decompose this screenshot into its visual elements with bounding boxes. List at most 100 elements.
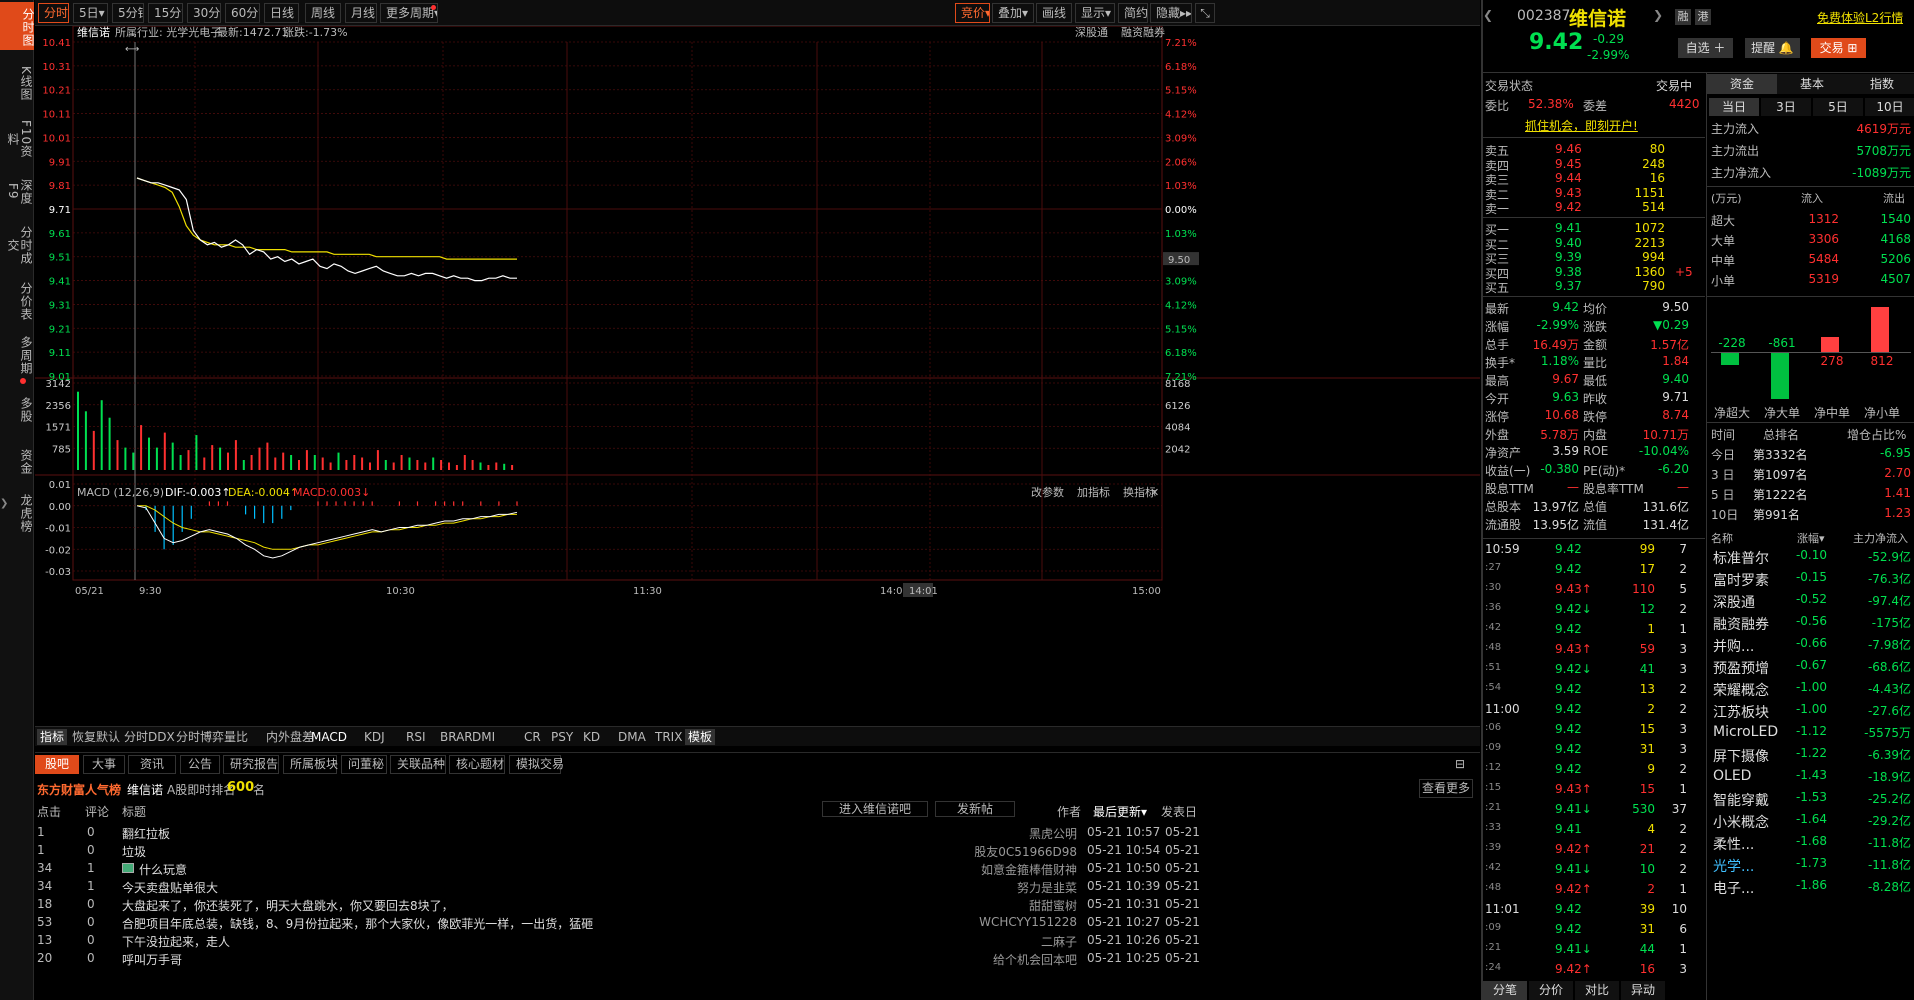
sector-name[interactable]: 柔性... bbox=[1713, 834, 1754, 854]
fund-tab-2[interactable]: 指数 bbox=[1847, 74, 1914, 94]
sector-name[interactable]: 电子... bbox=[1713, 878, 1754, 898]
bottom-tab-5[interactable]: 所属板块 bbox=[283, 755, 338, 774]
next-stock-icon[interactable]: ❯ bbox=[1653, 8, 1663, 22]
post-author[interactable]: 甜甜蜜树 bbox=[935, 897, 1077, 914]
sector-name[interactable]: 光学... bbox=[1713, 856, 1754, 876]
toolbar-right-0[interactable]: 竞价▾ bbox=[955, 3, 990, 23]
sector-name[interactable]: 标准普尔 bbox=[1713, 548, 1769, 568]
post-author[interactable]: 给个机会回本吧 bbox=[935, 951, 1077, 968]
tick-tab-0[interactable]: 分笔 bbox=[1483, 981, 1527, 1000]
sector-name[interactable]: 智能穿戴 bbox=[1713, 790, 1769, 810]
tick-tab-3[interactable]: 异动 bbox=[1621, 981, 1665, 1000]
indicator-tab-6[interactable]: MACD bbox=[308, 729, 350, 745]
bottom-tab-3[interactable]: 公告 bbox=[180, 755, 220, 774]
see-more-button[interactable]: 查看更多 bbox=[1419, 779, 1473, 798]
sector-name[interactable]: 江苏板块 bbox=[1713, 702, 1769, 722]
sector-head-1[interactable]: 涨幅▾ bbox=[1797, 530, 1825, 546]
post-title[interactable]: 呼叫万手哥 bbox=[122, 951, 182, 968]
nav-0[interactable]: 分时图 bbox=[0, 2, 35, 50]
bottom-tab-8[interactable]: 核心题材 bbox=[449, 755, 505, 774]
post-title[interactable]: 今天卖盘贴单很大 bbox=[122, 879, 218, 896]
post-author[interactable]: 黑虎公明 bbox=[935, 825, 1077, 842]
toolbar-right-3[interactable]: 显示▾ bbox=[1075, 3, 1115, 23]
toolbar-right-2[interactable]: 画线 bbox=[1036, 3, 1072, 23]
sector-name[interactable]: 预盈预增 bbox=[1713, 658, 1769, 678]
post-title[interactable]: 垃圾 bbox=[122, 843, 146, 860]
nav-8[interactable]: 资金 bbox=[2, 440, 33, 480]
nav-4[interactable]: 分时成交 bbox=[2, 218, 33, 270]
indicator-tab-2[interactable]: 分时DDX bbox=[121, 729, 178, 745]
trade-button[interactable]: 交易 ⊞ bbox=[1811, 38, 1866, 58]
toolbar-right-1[interactable]: 叠加▾ bbox=[992, 3, 1034, 23]
indicator-tab-16[interactable]: 模板 bbox=[685, 729, 716, 745]
sector-head-0[interactable]: 名称 bbox=[1711, 530, 1733, 546]
fund-sub-tab-3[interactable]: 10日 bbox=[1865, 98, 1914, 116]
period-btn-4[interactable]: 30分钟 bbox=[187, 3, 221, 23]
period-btn-8[interactable]: 月线 bbox=[345, 3, 377, 23]
bottom-tab-4[interactable]: 研究报告 bbox=[223, 755, 279, 774]
fund-tab-0[interactable]: 资金 bbox=[1707, 74, 1777, 94]
sector-name[interactable]: OLED bbox=[1713, 768, 1751, 784]
bottom-tab-0[interactable]: 股吧 bbox=[35, 755, 79, 774]
col-header-0[interactable]: 点击 bbox=[37, 803, 61, 820]
indicator-tab-10[interactable]: DMI bbox=[469, 729, 498, 745]
free-l2-link[interactable]: 免费体验L2行情 bbox=[1817, 9, 1903, 26]
indicator-tab-0[interactable]: 指标 bbox=[37, 729, 68, 745]
chart-canvas[interactable]: 维信诺 所属行业: 光学光电子最新:1472.71涨跌:-1.73% 深股通 融资融券… bbox=[35, 26, 1480, 726]
col-header-1[interactable]: 评论 bbox=[85, 803, 109, 820]
period-btn-1[interactable]: 5日▾ bbox=[73, 3, 108, 23]
indicator-tab-12[interactable]: PSY bbox=[548, 729, 576, 745]
fund-tab-1[interactable]: 基本 bbox=[1777, 74, 1847, 94]
indicator-tab-3[interactable]: 分时博弈 bbox=[173, 729, 227, 745]
post-author[interactable]: 如意金箍棒借财神 bbox=[935, 861, 1077, 878]
col-header-5[interactable]: 发表日 bbox=[1161, 803, 1197, 820]
indicator-tab-15[interactable]: TRIX bbox=[652, 729, 685, 745]
bottom-tab-6[interactable]: 问董秘 bbox=[341, 755, 387, 774]
sector-name[interactable]: 富时罗素 bbox=[1713, 570, 1769, 590]
indicator-tab-8[interactable]: RSI bbox=[403, 729, 429, 745]
period-btn-5[interactable]: 60分钟 bbox=[225, 3, 260, 23]
col-header-2[interactable]: 标题 bbox=[122, 803, 146, 820]
toolbar-right-5[interactable]: 隐藏▸▸ bbox=[1150, 3, 1192, 23]
post-author[interactable]: WCHCYY151228 bbox=[935, 915, 1077, 929]
post-title[interactable]: 合肥项目年底总装，缺钱，8、9月份拉起来，那个大家伙，像欧菲光一样，一出货，猛砸 bbox=[122, 915, 593, 932]
collapse-icon[interactable]: ⤡ bbox=[1195, 3, 1215, 23]
sector-name[interactable]: 融资融券 bbox=[1713, 614, 1769, 634]
period-btn-2[interactable]: 5分钟 bbox=[112, 3, 144, 23]
indicator-tab-1[interactable]: 恢复默认 bbox=[69, 729, 123, 745]
fund-sub-tab-1[interactable]: 3日 bbox=[1761, 98, 1811, 116]
post-author[interactable]: 二麻子 bbox=[935, 933, 1077, 950]
toolbar-right-4[interactable]: 简约 bbox=[1118, 3, 1148, 23]
post-title[interactable]: 翻红拉板 bbox=[122, 825, 170, 842]
indicator-tab-14[interactable]: DMA bbox=[615, 729, 649, 745]
period-btn-6[interactable]: 日线 bbox=[264, 3, 299, 23]
sector-name[interactable]: 并购... bbox=[1713, 636, 1754, 656]
enter-bar-button[interactable]: 进入维信诺吧 bbox=[822, 801, 928, 817]
bottom-tab-1[interactable]: 大事 bbox=[83, 755, 125, 774]
indicator-tab-11[interactable]: CR bbox=[521, 729, 544, 745]
expand-arrow-icon[interactable]: ❯ bbox=[0, 498, 8, 509]
sector-name[interactable]: 屏下摄像 bbox=[1713, 746, 1769, 766]
post-title[interactable]: 大盘起来了，你还装死了，明天大盘跳水，你又要回去8块了， bbox=[122, 897, 454, 914]
fund-sub-tab-2[interactable]: 5日 bbox=[1813, 98, 1863, 116]
period-btn-9[interactable]: 更多周期▾ bbox=[380, 3, 438, 23]
post-title[interactable]: 什么玩意 bbox=[139, 861, 187, 878]
bottom-tab-2[interactable]: 资讯 bbox=[128, 755, 176, 774]
nav-6[interactable]: 多周期 bbox=[2, 330, 33, 378]
prev-stock-icon[interactable]: ❮ bbox=[1483, 8, 1493, 22]
period-btn-3[interactable]: 15分钟 bbox=[148, 3, 183, 23]
indicator-tab-13[interactable]: KD bbox=[580, 729, 603, 745]
bottom-tab-9[interactable]: 模拟交易 bbox=[509, 755, 564, 774]
open-account-ad[interactable]: 抓住机会，即刻开户! bbox=[1525, 117, 1638, 134]
new-post-button[interactable]: 发新帖 bbox=[935, 801, 1015, 817]
indicator-tab-4[interactable]: 量比 bbox=[221, 729, 251, 745]
period-btn-7[interactable]: 周线 bbox=[305, 3, 341, 23]
nav-9[interactable]: 龙虎榜 bbox=[2, 488, 33, 536]
indicator-tab-7[interactable]: KDJ bbox=[361, 729, 388, 745]
nav-1[interactable]: K线图 bbox=[2, 58, 33, 106]
sector-name[interactable]: MicroLED bbox=[1713, 724, 1778, 740]
popularity-brand[interactable]: 东方财富人气榜 bbox=[37, 781, 121, 798]
nav-5[interactable]: 分价表 bbox=[2, 276, 33, 324]
post-title[interactable]: 下午没拉起来，走人 bbox=[122, 933, 230, 950]
tick-tab-2[interactable]: 对比 bbox=[1575, 981, 1619, 1000]
